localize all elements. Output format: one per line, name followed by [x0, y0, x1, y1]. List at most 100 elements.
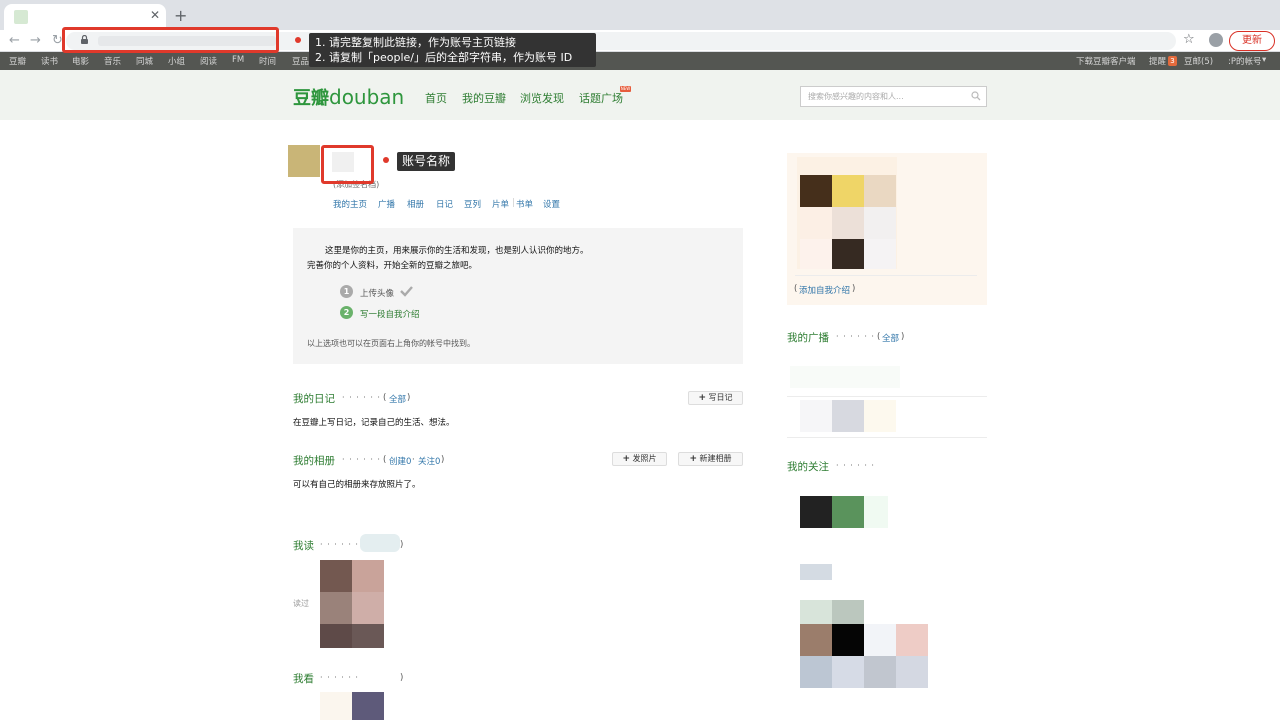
book-cover-blurred[interactable]: [320, 560, 352, 592]
movie-cover-blurred[interactable]: [352, 692, 384, 720]
doumail-link[interactable]: 豆邮(5): [1184, 55, 1213, 67]
intro-footer: 以上选项也可以在页面右上角你的帐号中找到。: [307, 339, 475, 348]
download-client-link[interactable]: 下载豆瓣客户端: [1076, 55, 1136, 67]
global-nav-item[interactable]: 时间: [259, 55, 276, 67]
read-label: 读过: [293, 599, 309, 608]
search-input[interactable]: [801, 87, 967, 106]
broadcast-section-title: 我的广播: [787, 332, 829, 344]
diary-section-title: 我的日记: [293, 393, 335, 405]
global-nav-item[interactable]: 小组: [168, 55, 185, 67]
book-cover-blurred[interactable]: [320, 624, 352, 648]
search-icon[interactable]: [971, 91, 981, 101]
global-nav-item[interactable]: 音乐: [104, 55, 121, 67]
profile-info-card: ( 添加自我介绍 ): [787, 153, 987, 305]
account-menu[interactable]: :P的帐号: [1228, 55, 1262, 67]
diary-all-link[interactable]: 全部: [389, 393, 406, 405]
reminder-count-badge: 3: [1168, 56, 1177, 66]
global-nav-item[interactable]: 阅读: [200, 55, 217, 67]
site-header: 豆瓣douban 首页 我的豆瓣 浏览发现 话题广场 NEW: [0, 70, 1280, 120]
following-avatar-blurred[interactable]: [800, 496, 832, 528]
following-avatar-blurred[interactable]: [896, 624, 928, 656]
new-tab-icon[interactable]: +: [174, 6, 187, 25]
url-annotation-dot: [295, 37, 301, 43]
nav-explore[interactable]: 浏览发现: [520, 90, 564, 106]
book-cover-blurred[interactable]: [352, 592, 384, 624]
broadcast-all-link[interactable]: 全部: [882, 332, 899, 344]
watching-dots: · · · · · ·: [320, 673, 359, 682]
url-tip-line-2: 2. 请复制「people/」后的全部字符串，作为账号 ID: [315, 51, 573, 64]
global-nav-item[interactable]: 同城: [136, 55, 153, 67]
tab-diary[interactable]: 日记: [436, 198, 453, 210]
new-badge: NEW: [620, 86, 631, 92]
movie-cover-blurred[interactable]: [320, 692, 352, 720]
global-nav: 豆瓣 读书 电影 音乐 同城 小组 阅读 FM 时间 豆品 下载豆瓣客户端 提醒…: [0, 52, 1280, 70]
reading-dots: · · · · · ·: [320, 540, 359, 549]
step-1-badge: 1: [340, 285, 353, 298]
chevron-down-icon: ▾: [1262, 55, 1267, 65]
nav-topics[interactable]: 话题广场: [579, 90, 623, 106]
profile-icon[interactable]: [1209, 33, 1223, 47]
album-dots: · · · · · ·: [342, 455, 381, 464]
broadcast-blurred: [790, 366, 900, 388]
following-avatar-blurred[interactable]: [832, 624, 864, 656]
douban-logo[interactable]: 豆瓣douban: [293, 84, 404, 110]
tab-settings[interactable]: 设置: [543, 198, 560, 210]
global-nav-item[interactable]: 豆瓣: [9, 55, 26, 67]
global-nav-item[interactable]: FM: [232, 55, 244, 65]
book-cover-blurred[interactable]: [320, 592, 352, 624]
url-tip-line-1: 1. 请完整复制此链接，作为账号主页链接: [315, 36, 516, 49]
update-button[interactable]: 更新: [1229, 31, 1275, 51]
album-desc: 可以有自己的相册来存放照片了。: [293, 480, 421, 490]
back-icon[interactable]: ←: [9, 33, 20, 48]
broadcast-dots: · · · · · ·: [836, 332, 875, 341]
step-write-intro[interactable]: 写一段自我介绍: [360, 308, 420, 320]
following-section-title: 我的关注: [787, 461, 829, 473]
following-avatar-blurred[interactable]: [800, 624, 832, 656]
intro-line-2: 完善你的个人资料，开始全新的豆瓣之旅吧。: [307, 261, 478, 271]
nav-home[interactable]: 首页: [425, 90, 447, 106]
album-followed-link[interactable]: 关注0: [418, 455, 440, 467]
global-nav-item[interactable]: 读书: [41, 55, 58, 67]
add-intro-link[interactable]: 添加自我介绍: [799, 284, 850, 296]
diary-dots: · · · · · ·: [342, 393, 381, 402]
tab-album[interactable]: 相册: [407, 198, 424, 210]
avatar[interactable]: [288, 145, 320, 177]
global-nav-item[interactable]: 豆品: [292, 55, 309, 67]
new-album-button[interactable]: + 新建相册: [678, 452, 743, 466]
global-nav-item[interactable]: 电影: [72, 55, 89, 67]
logo-en-text: douban: [329, 85, 405, 109]
step-upload-avatar[interactable]: 上传头像: [360, 287, 394, 299]
url-highlight-box: [62, 27, 279, 53]
following-avatar-blurred[interactable]: [832, 656, 864, 688]
diary-desc: 在豆瓣上写日记，记录自己的生活、想法。: [293, 418, 455, 428]
close-icon[interactable]: ✕: [150, 8, 160, 22]
tab-doulist[interactable]: 豆列: [464, 198, 481, 210]
tab-separator: |: [512, 198, 515, 208]
nav-my-douban[interactable]: 我的豆瓣: [462, 90, 506, 106]
tab-movie-list[interactable]: 片单: [492, 198, 509, 210]
following-avatar-blurred[interactable]: [896, 656, 928, 688]
upload-photo-button[interactable]: + 发照片: [612, 452, 667, 466]
tab-broadcast[interactable]: 广播: [378, 198, 395, 210]
watching-section-title: 我看: [293, 673, 314, 685]
url-annotation-tooltip: 1. 请完整复制此链接，作为账号主页链接 2. 请复制「people/」后的全部…: [309, 33, 596, 67]
following-avatar-blurred[interactable]: [800, 656, 832, 688]
reading-count-blurred: [360, 534, 400, 552]
following-avatar-blurred[interactable]: [864, 656, 896, 688]
forward-icon[interactable]: →: [30, 33, 41, 48]
reminder-link[interactable]: 提醒: [1149, 55, 1166, 67]
logo-cn-text: 豆瓣: [293, 88, 329, 109]
name-highlight-box: [321, 145, 374, 184]
bookmark-star-icon[interactable]: ☆: [1183, 32, 1195, 47]
tab-my-home[interactable]: 我的主页: [333, 198, 367, 210]
step-2-badge: 2: [340, 306, 353, 319]
following-avatar-blurred[interactable]: [864, 624, 896, 656]
intro-box: 这里是你的主页，用来展示你的生活和发现，也是别人认识你的地方。 完善你的个人资料…: [293, 228, 743, 364]
book-cover-blurred[interactable]: [352, 624, 384, 648]
album-section-title: 我的相册: [293, 455, 335, 467]
following-avatar-blurred[interactable]: [832, 496, 864, 528]
write-diary-button[interactable]: + 写日记: [688, 391, 743, 405]
book-cover-blurred[interactable]: [352, 560, 384, 592]
tab-book-list[interactable]: 书单: [516, 198, 533, 210]
album-created-link[interactable]: 创建0: [389, 455, 411, 467]
